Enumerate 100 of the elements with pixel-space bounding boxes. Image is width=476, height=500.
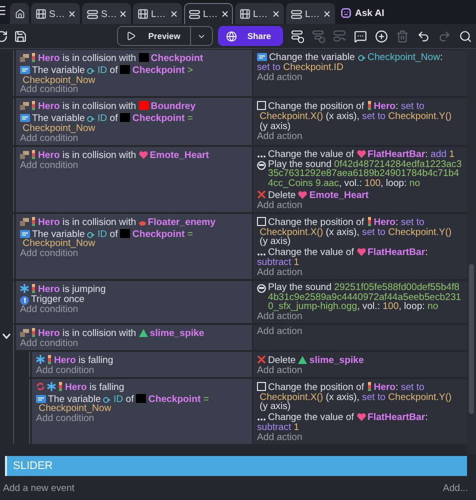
add-condition-link[interactable]: Add condition	[20, 304, 78, 315]
robot-icon	[341, 8, 351, 18]
add-condition-link[interactable]: Add condition	[20, 338, 78, 349]
keyword: set to	[362, 392, 386, 403]
collision-icon	[20, 54, 29, 62]
expression: Checkpoint.X()	[258, 226, 324, 238]
home-tab[interactable]	[10, 3, 29, 24]
object-name: Checkpoint	[148, 394, 201, 405]
undo-icon[interactable]	[417, 30, 430, 42]
object-name: Hero	[374, 216, 396, 228]
add-action-link[interactable]: Add action	[257, 432, 302, 443]
add-condition-link[interactable]: Add condition	[20, 160, 78, 171]
close-icon[interactable]	[69, 11, 75, 17]
object-name: Hero	[38, 150, 60, 161]
add-event-link[interactable]: Add a new event	[3, 482, 74, 494]
heart-icon	[138, 150, 148, 159]
play-icon	[126, 31, 136, 41]
add-icon[interactable]	[375, 30, 388, 42]
editor-tab[interactable]: L…	[286, 3, 335, 24]
heart-icon	[356, 248, 366, 256]
film-icon	[138, 9, 148, 19]
variable-icon	[36, 394, 46, 403]
link-icon	[358, 55, 366, 61]
expression: 1	[448, 148, 455, 160]
editor-tab[interactable]: L…	[235, 3, 284, 24]
square-outline-icon	[257, 216, 266, 226]
object-name: slime_spike	[150, 328, 204, 340]
expression: Checkpoint.ID	[283, 62, 344, 73]
add-event-icon[interactable]	[291, 30, 304, 42]
blob-icon	[138, 220, 146, 226]
object-name: slime_spike	[309, 354, 364, 366]
object-name: Hero	[38, 53, 60, 64]
keyword: set to	[400, 216, 424, 228]
film-icon	[36, 9, 46, 19]
close-icon[interactable]	[120, 11, 126, 17]
figure-icon	[31, 53, 36, 62]
dots-icon	[257, 253, 266, 256]
close-icon[interactable]	[324, 11, 330, 17]
add-condition-link[interactable]: Add condition	[20, 134, 78, 144]
statement-text: :	[440, 52, 444, 63]
operator: =	[186, 228, 193, 240]
collapse-chevron-icon[interactable]	[2, 333, 11, 340]
statement-text: Change the position of	[268, 101, 366, 112]
add-condition-link[interactable]: Add condition	[20, 85, 78, 96]
add-action-link[interactable]: Add action	[257, 72, 302, 83]
statement-text: :	[425, 148, 429, 160]
editor-tab[interactable]: L…	[133, 3, 182, 24]
object-name: Hero	[38, 216, 60, 228]
add-action-link[interactable]: Add action	[257, 312, 302, 322]
object-name: Hero	[38, 328, 60, 340]
object-name: Checkpoint	[132, 113, 185, 124]
operator: =	[202, 394, 209, 405]
link-icon	[87, 116, 96, 122]
scrollbar[interactable]	[467, 49, 476, 454]
add-action-link[interactable]: Add action	[257, 327, 302, 338]
add-action-link[interactable]: Add action	[257, 200, 302, 211]
ask-ai-button[interactable]: Ask AI	[341, 2, 384, 24]
figure-icon	[31, 150, 36, 159]
editor-tab[interactable]: S…	[82, 3, 131, 24]
add-action-link[interactable]: Add action	[257, 132, 302, 142]
statement-text: Delete	[268, 354, 297, 366]
slime-icon	[298, 356, 308, 364]
statement-text: The variable	[32, 64, 86, 76]
object-name: Emote_Heart	[309, 190, 369, 201]
share-button[interactable]: Share	[218, 26, 283, 46]
statement-text: (y axis)	[258, 120, 291, 132]
add-action-link[interactable]: Add action	[257, 366, 302, 376]
keyword: set to	[400, 101, 424, 112]
statement-text: of	[124, 394, 135, 405]
figure-icon	[366, 382, 372, 391]
comment-bar[interactable]: SLIDER	[5, 456, 467, 476]
statement-text: (x axis),	[324, 111, 360, 122]
cross-icon	[257, 354, 266, 364]
close-icon[interactable]	[222, 11, 228, 17]
statement-text: :	[425, 412, 429, 424]
add-condition-link[interactable]: Add condition	[20, 249, 78, 260]
operator: >	[186, 64, 193, 76]
link-icon	[87, 232, 96, 238]
comment-icon[interactable]	[354, 30, 367, 42]
editor-tab[interactable]: L…	[184, 3, 233, 24]
home-icon	[14, 9, 24, 19]
heart-icon	[298, 190, 308, 199]
asterisk-icon	[36, 354, 45, 364]
add-action-link[interactable]: Add action	[257, 268, 302, 278]
search-icon[interactable]	[459, 30, 472, 42]
collision-icon	[20, 329, 29, 338]
close-icon[interactable]	[171, 11, 177, 17]
save-icon[interactable]	[14, 30, 27, 42]
close-icon[interactable]	[273, 11, 279, 17]
object-name: Emote_Heart	[150, 150, 209, 161]
add-condition-link[interactable]: Add condition	[36, 366, 94, 376]
variable-name: ID	[113, 394, 124, 405]
statement-text: is in collision with	[62, 150, 138, 161]
add-menu-link[interactable]: Add...	[442, 482, 468, 494]
statement-text: Change the variable	[269, 52, 356, 63]
editor-tab[interactable]: S…	[31, 3, 80, 24]
object-name: Checkpoint	[132, 228, 185, 240]
slime-icon	[138, 329, 148, 338]
keyword: subtract	[257, 256, 292, 268]
add-condition-link[interactable]: Add condition	[36, 414, 94, 424]
